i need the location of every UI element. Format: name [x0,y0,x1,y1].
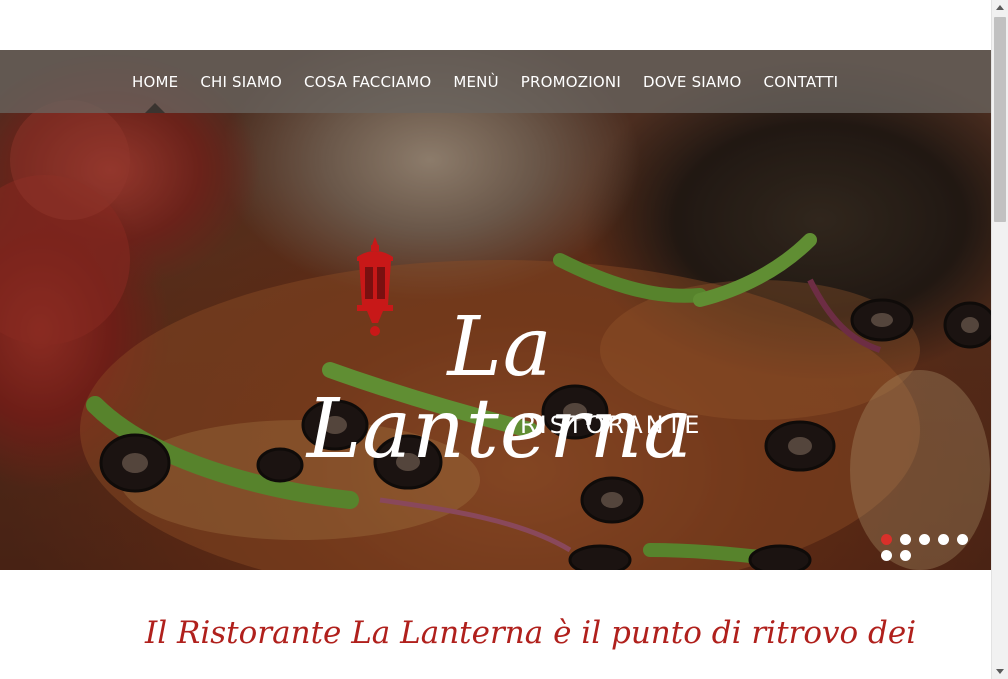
scroll-up-arrow-icon[interactable] [996,5,1004,10]
scroll-down-arrow-icon[interactable] [996,669,1004,674]
slider-dot[interactable] [900,550,911,561]
nav-list: HOME CHI SIAMO COSA FACCIAMO MENÙ PROMOZ… [132,50,860,113]
nav-item-cosa-facciamo[interactable]: COSA FACCIAMO [304,73,431,91]
logo-subtitle: RISTORANTE [520,411,703,439]
slider-dot[interactable] [919,534,930,545]
active-nav-indicator [145,103,165,113]
hero-slider: La Lanterna RISTORANTE [0,50,991,570]
page: La Lanterna RISTORANTE HOME CHI SIAMO CO… [0,0,991,679]
nav-item-dove-siamo[interactable]: DOVE SIAMO [643,73,742,91]
slider-dot[interactable] [957,534,968,545]
nav-item-chi-siamo[interactable]: CHI SIAMO [200,73,282,91]
intro-text: Il Ristorante La Lanterna è il punto di … [145,615,917,651]
slider-dot[interactable] [881,534,892,545]
scrollbar-thumb[interactable] [994,17,1006,222]
slider-dot[interactable] [900,534,911,545]
vertical-scrollbar[interactable] [991,0,1008,679]
nav-item-menu[interactable]: MENÙ [453,73,498,91]
nav-item-promozioni[interactable]: PROMOZIONI [521,73,621,91]
slider-dot[interactable] [938,534,949,545]
restaurant-logo: La Lanterna RISTORANTE [240,235,750,471]
slider-dot[interactable] [881,550,892,561]
nav-item-contatti[interactable]: CONTATTI [764,73,839,91]
nav-item-home[interactable]: HOME [132,73,178,91]
logo-title: La Lanterna [306,300,694,477]
